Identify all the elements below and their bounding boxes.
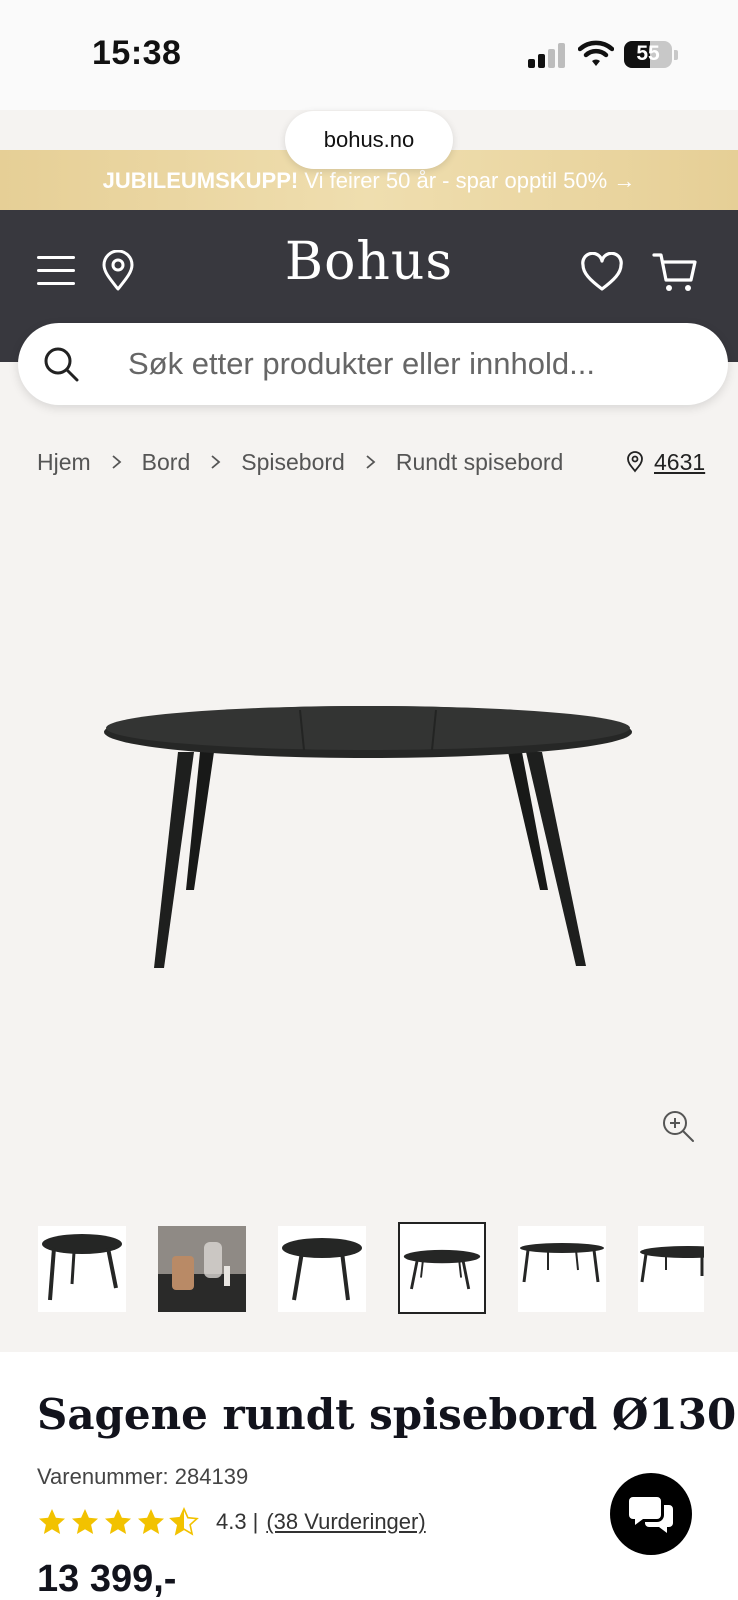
wifi-icon <box>578 40 614 66</box>
thumbnail-2[interactable] <box>158 1226 246 1312</box>
battery-level: 55 <box>636 42 660 65</box>
chat-button[interactable] <box>610 1473 692 1555</box>
search-input[interactable] <box>128 323 698 405</box>
sku-value: 284139 <box>174 1464 249 1489</box>
product-title: Sagene rundt spisebord Ø130 <box>37 1390 737 1439</box>
reviews-link[interactable]: (38 Vurderinger) <box>266 1509 425 1535</box>
breadcrumb-rundt-spisebord[interactable]: Rundt spisebord <box>396 449 564 476</box>
product-price: 13 399,- <box>37 1558 177 1600</box>
bohus-logo[interactable]: Bohus <box>269 232 469 292</box>
rating-stars <box>37 1507 202 1537</box>
browser-url-pill[interactable]: bohus.no <box>285 111 453 169</box>
thumbnail-5[interactable] <box>518 1226 606 1312</box>
rating-value: 4.3 <box>216 1509 247 1534</box>
breadcrumb: Hjem Bord Spisebord Rundt spisebord <box>37 444 563 480</box>
zoom-in-icon[interactable] <box>660 1108 696 1144</box>
chevron-right-icon <box>112 455 122 469</box>
wishlist-heart-icon[interactable] <box>580 252 624 292</box>
product-rating: 4.3 | (38 Vurderinger) <box>37 1504 426 1540</box>
promo-highlight: JUBILEUMSKUPP! <box>102 168 299 193</box>
sku-label: Varenummer: <box>37 1464 169 1489</box>
thumbnail-6[interactable] <box>638 1226 704 1312</box>
thumbnail-1[interactable] <box>38 1226 126 1312</box>
postcode-link[interactable]: 4631 <box>626 444 705 480</box>
battery-tip <box>674 50 678 60</box>
promo-text: Vi feirer 50 år - spar opptil 50% → <box>304 168 636 193</box>
status-time: 15:38 <box>92 34 182 72</box>
star-half-icon <box>169 1507 199 1536</box>
shopping-cart-icon[interactable] <box>652 250 698 294</box>
postcode-value[interactable]: 4631 <box>654 449 705 476</box>
star-full-icon <box>72 1509 98 1534</box>
star-full-icon <box>138 1509 164 1534</box>
star-full-icon <box>105 1509 131 1534</box>
search-icon[interactable] <box>42 345 80 383</box>
rating-separator: | <box>252 1509 259 1534</box>
thumbnail-3[interactable] <box>278 1226 366 1312</box>
status-bar: 15:38 55 <box>0 0 738 110</box>
chevron-right-icon <box>211 455 221 469</box>
hamburger-menu-icon[interactable] <box>37 256 75 286</box>
breadcrumb-spisebord[interactable]: Spisebord <box>241 449 345 476</box>
cellular-signal-icon <box>528 42 568 68</box>
store-location-icon[interactable] <box>100 250 136 292</box>
thumbnail-4-selected[interactable] <box>398 1222 486 1314</box>
search-bar[interactable] <box>18 323 728 405</box>
breadcrumb-home[interactable]: Hjem <box>37 449 91 476</box>
product-main-image[interactable] <box>90 690 650 1000</box>
breadcrumb-bord[interactable]: Bord <box>142 449 191 476</box>
chat-bubbles-icon <box>629 1497 673 1533</box>
product-info: Sagene rundt spisebord Ø130 Varenummer: … <box>0 1352 738 1600</box>
product-sku: Varenummer: 284139 <box>37 1464 248 1490</box>
star-full-icon <box>39 1509 65 1534</box>
product-thumbnails <box>38 1222 704 1316</box>
location-pin-icon <box>627 451 643 473</box>
battery-icon: 55 <box>624 41 672 68</box>
chevron-right-icon <box>366 455 376 469</box>
